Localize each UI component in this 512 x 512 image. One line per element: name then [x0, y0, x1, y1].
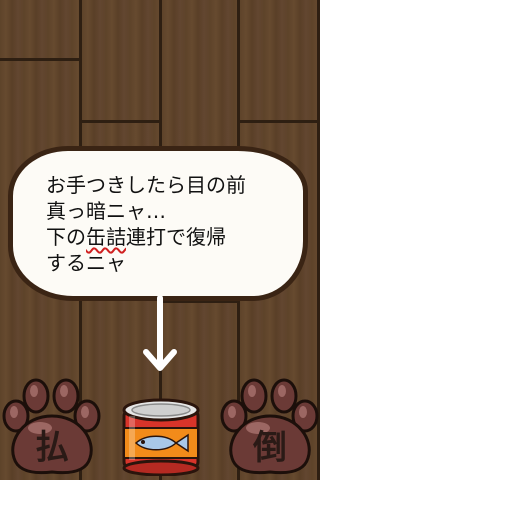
hint-line-3: 下の缶詰連打で復帰 [46, 225, 226, 249]
game-screen: お手つきしたら目の前 真っ暗ニャ… 下の缶詰連打で復帰 するニャ 払 倒 [0, 0, 320, 480]
fish-can-icon[interactable] [118, 398, 204, 476]
can-word-underlined: 缶詰 [86, 225, 126, 249]
hint-line-1: お手つきしたら目の前 [46, 173, 246, 197]
plank-seam [0, 58, 82, 61]
hint-line-4: するニャ [46, 251, 126, 275]
swipe-paw-button[interactable]: 払 [0, 376, 104, 476]
swipe-button-label: 払 [35, 428, 69, 468]
plank-seam [82, 120, 162, 123]
topple-button-label: 倒 [253, 428, 287, 468]
topple-paw-button[interactable]: 倒 [218, 376, 320, 476]
hint-line-2: 真っ暗ニャ… [46, 199, 166, 223]
down-arrow-icon [143, 296, 177, 371]
plank-seam [240, 120, 320, 123]
hint-message: お手つきしたら目の前 真っ暗ニャ… 下の缶詰連打で復帰 するニャ [46, 172, 296, 276]
